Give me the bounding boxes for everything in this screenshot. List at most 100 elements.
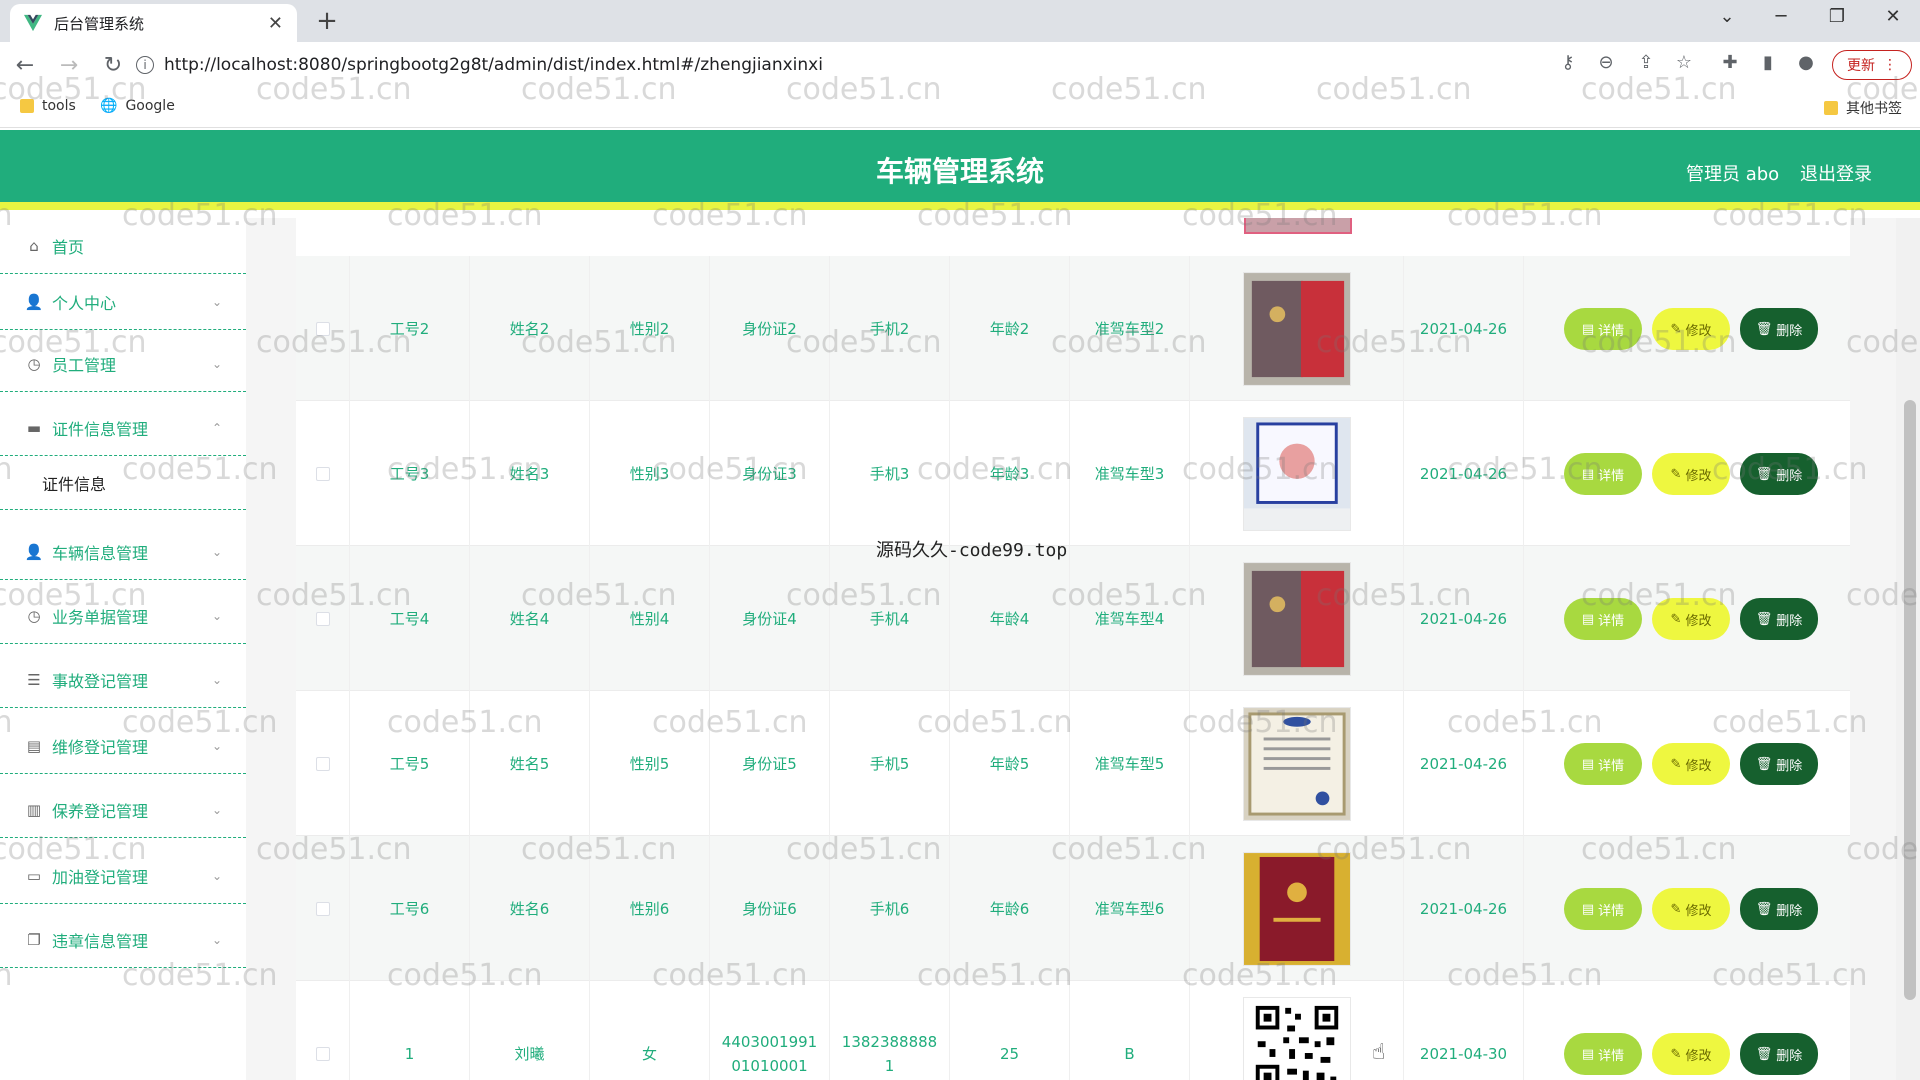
qr-code-image[interactable] bbox=[1242, 996, 1351, 1080]
chevron-down-icon: ⌄ bbox=[212, 544, 223, 559]
certificate-book-image[interactable] bbox=[1242, 561, 1351, 676]
cell-date: 2021-04-26 bbox=[1404, 836, 1524, 981]
more-icon: ⋮ bbox=[1883, 57, 1897, 73]
sidebar-item-home[interactable]: ⌂ 首页 bbox=[0, 218, 246, 274]
profile-icon[interactable]: ● bbox=[1792, 52, 1820, 73]
bookmarks-bar: tools 🌐 Google 其他书签 bbox=[0, 88, 1920, 128]
detail-button[interactable]: ▤ 详情 bbox=[1564, 453, 1642, 495]
detail-button[interactable]: ▤ 详情 bbox=[1564, 1033, 1642, 1075]
edit-button[interactable]: ✎ 修改 bbox=[1652, 598, 1730, 640]
edit-button[interactable]: ✎ 修改 bbox=[1652, 308, 1730, 350]
sidebar-item-vehicles[interactable]: 👤 车辆信息管理 ⌄ bbox=[0, 524, 246, 580]
cell-phone: 手机2 bbox=[830, 256, 950, 401]
detail-button[interactable]: ▤ 详情 bbox=[1564, 888, 1642, 930]
bookmark-other[interactable]: 其他书签 bbox=[1824, 98, 1902, 118]
certificate-image[interactable] bbox=[1242, 416, 1351, 531]
edit-button[interactable]: ✎ 修改 bbox=[1652, 453, 1730, 495]
certificate-book-image[interactable] bbox=[1242, 271, 1351, 386]
star-icon[interactable]: ☆ bbox=[1670, 52, 1698, 73]
sidebar-item-label: 首页 bbox=[52, 237, 85, 257]
sidebar-item-maintenance[interactable]: ▥ 保养登记管理 ⌄ bbox=[0, 782, 246, 838]
logout-link[interactable]: 退出登录 bbox=[1800, 160, 1872, 186]
reload-icon[interactable]: ↻ bbox=[94, 53, 132, 78]
cell-id-card: 身份证4 bbox=[710, 546, 830, 691]
delete-button[interactable]: 🗑 删除 bbox=[1740, 743, 1818, 785]
scrollbar-thumb[interactable] bbox=[1904, 400, 1916, 1000]
cell-date: 2021-04-26 bbox=[1404, 401, 1524, 546]
share-icon[interactable]: ⇪ bbox=[1632, 52, 1660, 73]
row-checkbox[interactable] bbox=[315, 901, 330, 916]
folder-icon bbox=[20, 99, 34, 113]
detail-button[interactable]: ▤ 详情 bbox=[1564, 598, 1642, 640]
cell-phone: 手机4 bbox=[830, 546, 950, 691]
key-icon[interactable]: ⚷ bbox=[1554, 52, 1582, 73]
new-tab-button[interactable]: + bbox=[312, 6, 342, 36]
delete-button[interactable]: 🗑 删除 bbox=[1740, 888, 1818, 930]
sidebar-item-certificates[interactable]: ▬ 证件信息管理 ⌃ bbox=[0, 400, 246, 456]
window-close-icon[interactable]: ✕ bbox=[1878, 6, 1908, 27]
cell-gender: 性别3 bbox=[590, 401, 710, 546]
cell-phone: 手机5 bbox=[830, 691, 950, 836]
bookmark-tools[interactable]: tools bbox=[20, 98, 76, 114]
site-info-icon[interactable]: i bbox=[136, 56, 154, 74]
forward-icon[interactable]: → bbox=[50, 53, 88, 78]
submenu-certificate-info[interactable]: 证件信息 bbox=[0, 456, 246, 510]
sidebar-item-refueling[interactable]: ▭ 加油登记管理 ⌄ bbox=[0, 848, 246, 904]
delete-button[interactable]: 🗑 删除 bbox=[1740, 598, 1818, 640]
sidepanel-icon[interactable]: ▮ bbox=[1754, 52, 1782, 73]
document-icon: ▤ bbox=[1581, 756, 1595, 772]
cell-staff-no: 工号5 bbox=[350, 691, 470, 836]
detail-button[interactable]: ▤ 详情 bbox=[1564, 743, 1642, 785]
cell-date: 2021-04-26 bbox=[1404, 256, 1524, 401]
edit-button[interactable]: ✎ 修改 bbox=[1652, 743, 1730, 785]
sidebar-item-business-docs[interactable]: ◷ 业务单据管理 ⌄ bbox=[0, 588, 246, 644]
sidebar-item-label: 车辆信息管理 bbox=[52, 543, 149, 563]
cell-phone: 13823888881 bbox=[830, 981, 950, 1080]
tab-close-icon[interactable]: ✕ bbox=[268, 13, 283, 34]
row-checkbox[interactable] bbox=[315, 1046, 330, 1061]
browser-tab-bar: 后台管理系统 ✕ + ⌄ ─ ❐ ✕ bbox=[0, 0, 1920, 42]
trash-icon: 🗑 bbox=[1755, 756, 1773, 772]
edit-button[interactable]: ✎ 修改 bbox=[1652, 1033, 1730, 1075]
update-button[interactable]: 更新 ⋮ bbox=[1832, 50, 1912, 80]
delete-button[interactable]: 🗑 删除 bbox=[1740, 1033, 1818, 1075]
chevron-down-icon: ⌄ bbox=[212, 608, 223, 623]
detail-button[interactable]: ▤ 详情 bbox=[1564, 308, 1642, 350]
minimize-icon[interactable]: ─ bbox=[1766, 6, 1796, 27]
cell-age: 年龄4 bbox=[950, 546, 1070, 691]
row-checkbox[interactable] bbox=[315, 756, 330, 771]
delete-button[interactable]: 🗑 删除 bbox=[1740, 308, 1818, 350]
browser-tab[interactable]: 后台管理系统 ✕ bbox=[10, 4, 297, 42]
clock-icon: ◷ bbox=[27, 354, 41, 373]
cell-id-card: 身份证3 bbox=[710, 401, 830, 546]
diploma-image[interactable] bbox=[1242, 706, 1351, 821]
bookmark-google[interactable]: 🌐 Google bbox=[100, 98, 175, 114]
sidebar-item-violations[interactable]: ❐ 违章信息管理 ⌄ bbox=[0, 912, 246, 968]
chevron-down-icon: ⌄ bbox=[212, 356, 223, 371]
trash-icon: 🗑 bbox=[1755, 611, 1773, 627]
cell-age: 年龄2 bbox=[950, 256, 1070, 401]
back-icon[interactable]: ← bbox=[6, 53, 44, 78]
zoom-icon[interactable]: ⊖ bbox=[1592, 52, 1620, 73]
cell-date: 2021-04-30 bbox=[1404, 981, 1524, 1080]
cell-id-card: 440300199101010001 bbox=[710, 981, 830, 1080]
row-checkbox[interactable] bbox=[315, 466, 330, 481]
cell-id-card: 身份证2 bbox=[710, 256, 830, 401]
tab-search-icon[interactable]: ⌄ bbox=[1712, 6, 1742, 27]
sidebar-item-staff[interactable]: ◷ 员工管理 ⌄ bbox=[0, 336, 246, 392]
sidebar-item-repairs[interactable]: ▤ 维修登记管理 ⌄ bbox=[0, 718, 246, 774]
extensions-icon[interactable]: ✚ bbox=[1716, 52, 1744, 73]
table-row: 工号2 姓名2 性别2 身份证2 手机2 年龄2 准驾车型2 2021-04-2… bbox=[296, 256, 1850, 401]
delete-button[interactable]: 🗑 删除 bbox=[1740, 453, 1818, 495]
pencil-icon: ✎ bbox=[1670, 756, 1682, 772]
red-certificate-image[interactable] bbox=[1242, 851, 1351, 966]
sidebar-item-profile[interactable]: 👤 个人中心 ⌄ bbox=[0, 274, 246, 330]
maximize-icon[interactable]: ❐ bbox=[1822, 6, 1852, 27]
edit-button[interactable]: ✎ 修改 bbox=[1652, 888, 1730, 930]
sidebar-item-accidents[interactable]: ☰ 事故登记管理 ⌄ bbox=[0, 652, 246, 708]
row-checkbox[interactable] bbox=[315, 321, 330, 336]
row-checkbox[interactable] bbox=[315, 611, 330, 626]
address-bar[interactable]: i http://localhost:8080/springbootg2g8t/… bbox=[136, 48, 1576, 82]
chevron-down-icon: ⌄ bbox=[212, 932, 223, 947]
cell-gender: 性别4 bbox=[590, 546, 710, 691]
